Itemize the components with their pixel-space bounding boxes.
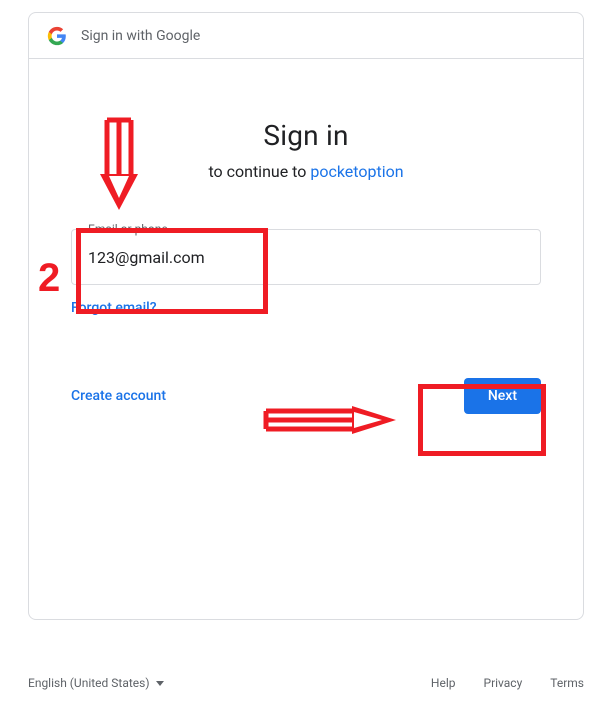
signin-card: Sign in with Google Sign in to continue … [28,12,584,620]
footer-links: Help Privacy Terms [431,676,584,690]
language-select[interactable]: English (United States) [28,676,164,690]
email-field-wrap: Email or phone [71,229,541,285]
footer: English (United States) Help Privacy Ter… [28,676,584,690]
email-label: Email or phone [84,222,172,236]
annotation-step-number: 2 [38,256,60,301]
action-row: Create account Next [71,378,541,414]
google-logo-icon [47,26,67,46]
card-body: Sign in to continue to pocketoption Emai… [29,59,583,414]
card-header: Sign in with Google [29,13,583,59]
chevron-down-icon [156,681,164,686]
header-title: Sign in with Google [81,28,200,44]
create-account-link[interactable]: Create account [71,388,166,404]
page-title: Sign in [71,119,541,152]
help-link[interactable]: Help [431,676,456,690]
forgot-email-row: Forgot email? [71,297,541,316]
email-input-outline: Email or phone [71,229,541,285]
terms-link[interactable]: Terms [550,676,584,690]
subtitle: to continue to pocketoption [71,162,541,181]
next-button[interactable]: Next [464,378,541,414]
language-label: English (United States) [28,676,150,690]
forgot-email-link[interactable]: Forgot email? [71,300,157,316]
app-name-link[interactable]: pocketoption [310,162,403,181]
subtitle-prefix: to continue to [208,162,310,181]
privacy-link[interactable]: Privacy [484,676,523,690]
email-input[interactable] [72,230,540,284]
